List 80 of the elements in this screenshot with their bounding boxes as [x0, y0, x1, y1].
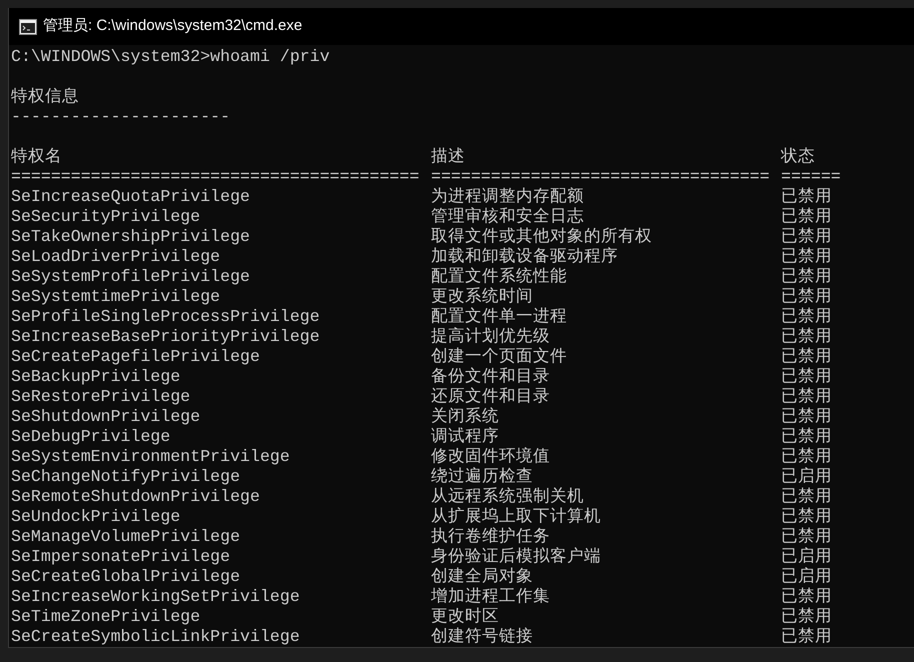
privilege-status: 已禁用 [781, 207, 832, 227]
privilege-name: SeCreateSymbolicLinkPrivilege [11, 627, 300, 647]
privilege-status: 已禁用 [781, 407, 832, 427]
privilege-status: 已启用 [781, 547, 832, 567]
privilege-name: SeTakeOwnershipPrivilege [11, 227, 250, 247]
privilege-status: 已禁用 [781, 527, 832, 547]
privilege-description: 为进程调整内存配额 [431, 187, 584, 207]
privilege-status: 已禁用 [781, 367, 832, 387]
privilege-description: 管理审核和安全日志 [431, 207, 584, 227]
column-rule: ====== [781, 167, 841, 187]
section-rule: ---------------------- [11, 107, 230, 127]
privilege-status: 已启用 [781, 467, 832, 487]
privilege-description: 配置文件单一进程 [431, 307, 567, 327]
privilege-name: SeRestorePrivilege [11, 387, 190, 407]
privilege-status: 已禁用 [781, 487, 832, 507]
column-rule: ================================== [431, 167, 770, 187]
privilege-description: 还原文件和目录 [431, 387, 550, 407]
privilege-description: 取得文件或其他对象的所有权 [431, 227, 652, 247]
privilege-name: SeSystemProfilePrivilege [11, 267, 250, 287]
privilege-status: 已禁用 [781, 287, 832, 307]
console-icon [19, 18, 37, 34]
privilege-name: SeProfileSingleProcessPrivilege [11, 307, 320, 327]
column-header: 状态 [781, 147, 815, 167]
privilege-name: SeShutdownPrivilege [11, 407, 200, 427]
privilege-status: 已禁用 [781, 587, 832, 607]
section-title: 特权信息 [11, 87, 79, 107]
privilege-status: 已禁用 [781, 607, 832, 627]
privilege-description: 更改系统时间 [431, 287, 533, 307]
privilege-name: SeSystemEnvironmentPrivilege [11, 447, 290, 467]
privilege-name: SeIncreaseQuotaPrivilege [11, 187, 250, 207]
privilege-name: SeSecurityPrivilege [11, 207, 200, 227]
privilege-status: 已禁用 [781, 187, 832, 207]
privilege-description: 身份验证后模拟客户端 [431, 547, 601, 567]
privilege-status: 已禁用 [781, 227, 832, 247]
privilege-status: 已禁用 [781, 627, 832, 647]
privilege-name: SeCreatePagefilePrivilege [11, 347, 260, 367]
column-rule: ========================================= [11, 167, 420, 187]
privilege-status: 已禁用 [781, 427, 832, 447]
privilege-description: 从扩展坞上取下计算机 [431, 507, 601, 527]
privilege-status: 已禁用 [781, 247, 832, 267]
privilege-description: 修改固件环境值 [431, 447, 550, 467]
privilege-description: 备份文件和目录 [431, 367, 550, 387]
privilege-name: SeUndockPrivilege [11, 507, 180, 527]
privilege-name: SeLoadDriverPrivilege [11, 247, 220, 267]
privilege-description: 加载和卸载设备驱动程序 [431, 247, 618, 267]
window-title: 管理员: C:\windows\system32\cmd.exe [43, 16, 302, 36]
privilege-name: SeChangeNotifyPrivilege [11, 467, 240, 487]
privilege-description: 调试程序 [431, 427, 499, 447]
privilege-name: SeIncreaseWorkingSetPrivilege [11, 587, 300, 607]
privilege-name: SeImpersonatePrivilege [11, 547, 230, 567]
privilege-status: 已禁用 [781, 447, 832, 467]
privilege-name: SeSystemtimePrivilege [11, 287, 220, 307]
privilege-name: SeTimeZonePrivilege [11, 607, 200, 627]
privilege-name: SeDebugPrivilege [11, 427, 170, 447]
privilege-status: 已禁用 [781, 347, 832, 367]
privilege-description: 增加进程工作集 [431, 587, 550, 607]
privilege-name: SeBackupPrivilege [11, 367, 180, 387]
command-prompt: C:\WINDOWS\system32>whoami /priv [11, 47, 331, 67]
privilege-description: 创建全局对象 [431, 567, 533, 587]
column-header: 描述 [431, 147, 465, 167]
privilege-status: 已禁用 [781, 267, 832, 287]
privilege-status: 已禁用 [781, 387, 832, 407]
privilege-description: 创建一个页面文件 [431, 347, 567, 367]
privilege-name: SeManageVolumePrivilege [11, 527, 240, 547]
privilege-name: SeIncreaseBasePriorityPrivilege [11, 327, 320, 347]
privilege-description: 创建符号链接 [431, 627, 533, 647]
privilege-description: 关闭系统 [431, 407, 499, 427]
privilege-name: SeRemoteShutdownPrivilege [11, 487, 260, 507]
privilege-status: 已禁用 [781, 307, 832, 327]
privilege-description: 绕过遍历检查 [431, 467, 533, 487]
privilege-description: 执行卷维护任务 [431, 527, 550, 547]
privilege-description: 提高计划优先级 [431, 327, 550, 347]
privilege-status: 已启用 [781, 567, 832, 587]
privilege-status: 已禁用 [781, 327, 832, 347]
column-header: 特权名 [11, 147, 62, 167]
privilege-description: 从远程系统强制关机 [431, 487, 584, 507]
privilege-name: SeCreateGlobalPrivilege [11, 567, 240, 587]
privilege-description: 配置文件系统性能 [431, 267, 567, 287]
privilege-description: 更改时区 [431, 607, 499, 627]
privilege-status: 已禁用 [781, 507, 832, 527]
